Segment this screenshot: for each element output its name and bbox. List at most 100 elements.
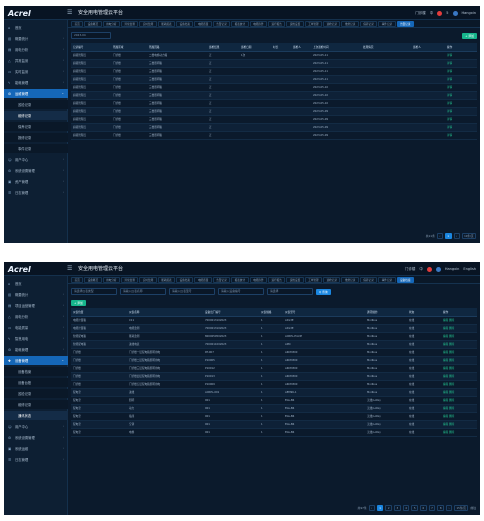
table-row[interactable]: 配电室 进线 ACREL-001 1 AEM96-1 Modbus 在线 编辑 删除 (71, 388, 477, 397)
sidebar-item-settings[interactable]: ⚙ 系统设置管理 › (4, 433, 68, 442)
table-row[interactable]: 超级管理员 门诊楼 三楼照明箱正 2023-05-09 详情 (71, 107, 477, 116)
language-zh-button[interactable]: 中 (419, 267, 423, 272)
sidebar-subitem-inspection[interactable]: 巡检记录 (4, 100, 68, 109)
table-row[interactable]: 智能配电箱 进线电表 7000011002023 1 AMC Modbus 在线 编辑 删除 (71, 340, 477, 349)
sidebar-item-sysops[interactable]: ▣ 系统运维 › (4, 444, 68, 453)
pagination-page[interactable]: 3 (394, 504, 401, 511)
table-row[interactable]: 超级管理员 门诊楼 三楼照明箱正 2023-05-09 详情 (71, 115, 477, 124)
tab-item[interactable]: 运行报告 (267, 20, 286, 27)
table-row[interactable]: 配电室 动力 001 1 EGL-B6 无线(LoRa) 在线 编辑 删除 (71, 404, 477, 413)
table-row[interactable]: 门诊楼 门诊楼二层配电箱照明用电 P10005 1 ARCM300 Modbus 在线 编辑 … (71, 356, 477, 365)
row-action-link[interactable]: 编辑 删除 (443, 383, 454, 386)
table-row[interactable]: 超级管理员 门诊楼 二楼电梯动力箱正 1次 2023-05-11 详情 (71, 51, 477, 60)
sidebar-item-energy[interactable]: ⚙ 能耗管理 › (4, 345, 68, 354)
add-button[interactable]: + 添加 (71, 299, 86, 306)
pagination-page[interactable]: 6 (420, 504, 427, 511)
brand-logo[interactable]: Acrel (8, 265, 54, 274)
sidebar-item-quality[interactable]: ▭ 电能质量 › (4, 323, 68, 332)
table-row[interactable]: 门诊楼 门诊楼一层配电箱照明用电 RT-007 1 ARCM300 Modbus 在线 编辑 … (71, 348, 477, 357)
notification-bell-icon[interactable] (426, 266, 432, 272)
language-zh-button[interactable]: 中 (430, 11, 434, 16)
tab-item[interactable]: 电能质量 (194, 20, 212, 27)
row-action-link[interactable]: 编辑 删除 (443, 423, 454, 426)
pagination-prev[interactable]: ‹ (368, 504, 375, 511)
table-row[interactable]: 配电室 插座 001 1 EGL-B6 无线(LoRa) 在线 编辑 删除 (71, 412, 477, 421)
pagination-page[interactable]: 1 (376, 504, 384, 511)
row-action-link[interactable]: 编辑 删除 (443, 407, 454, 410)
row-action-link[interactable]: 详情 (447, 86, 452, 89)
pagination-prev[interactable]: ‹ (436, 232, 443, 239)
pagination-page[interactable]: 4 (402, 504, 410, 511)
tab-item[interactable]: 工单管理 (304, 276, 323, 283)
sidebar-subitem-archive[interactable]: 设备档案 (4, 367, 68, 376)
sidebar-subitem-maintenance[interactable]: 保养记录 (4, 122, 68, 131)
table-row[interactable]: 超级管理员 门诊楼 三楼照明箱正 2023-05-11 详情 (71, 59, 477, 68)
table-row[interactable]: 配电室 空调 001 1 EGL-B6 无线(LoRa) 在线 编辑 删除 (71, 420, 477, 429)
table-row[interactable]: 配电室 电梯 001 1 EGL-B6 无线(LoRa) 在线 编辑 删除 (71, 428, 477, 437)
tab-item[interactable]: 保养记录 (359, 276, 378, 283)
tab-item[interactable]: 设备档案 (176, 20, 194, 27)
pagination-page[interactable]: 8 (437, 504, 444, 511)
row-action-link[interactable]: 详情 (447, 70, 452, 73)
sidebar-item-home[interactable]: ⌂ 首页 (4, 279, 68, 288)
sidebar-subitem-comm-status[interactable]: 通讯状态 (4, 411, 68, 420)
tab-item[interactable]: 运维设置 (286, 276, 304, 283)
meter-type-select[interactable]: 请选择仪表类型 (71, 288, 117, 295)
row-action-link[interactable]: 详情 (447, 110, 452, 113)
table-row[interactable]: 门诊楼 门诊楼三层配电箱照明用电 P10012 1 ARCM300 Modbus 在线 编辑 … (71, 364, 477, 373)
tab-item[interactable]: 事件记录 (378, 20, 396, 27)
tab-item[interactable]: 用电分析 (102, 276, 120, 283)
table-row[interactable]: 超级管理员 门诊楼 三楼照明箱正 2023-05-11 详情 (71, 75, 477, 84)
sidebar-subitem-report[interactable]: 报修记录 (4, 133, 68, 142)
tab-item[interactable]: 告警记录 (212, 20, 231, 27)
table-row[interactable]: 电能计量箱 电能监测 7000013102023 1 ADL3E Modbus 在线 编辑 删… (71, 324, 477, 333)
tab-item[interactable]: 工单管理 (304, 20, 323, 27)
sidebar-item-overview[interactable]: ▥ 概要统计 › (4, 290, 68, 299)
tab-item[interactable]: 运行报告 (267, 276, 286, 283)
row-action-link[interactable]: 详情 (447, 118, 452, 121)
page-size-select[interactable]: 10条/页 (461, 232, 476, 239)
row-action-link[interactable]: 编辑 删除 (443, 327, 454, 330)
row-action-link[interactable]: 编辑 删除 (443, 359, 454, 362)
row-action-link[interactable]: 编辑 删除 (443, 319, 454, 322)
table-row[interactable]: 超级管理员 门诊楼 三楼照明箱正 2023-05-11 详情 (71, 67, 477, 76)
pagination-page[interactable]: 7 (428, 504, 436, 511)
username[interactable]: Hangxin (445, 267, 459, 271)
tab-item[interactable]: 电能趋势 (249, 20, 267, 27)
pagination-next[interactable]: › (453, 232, 460, 239)
sidebar-item-usage[interactable]: ▤ 用电分析 › (4, 45, 68, 54)
sidebar-item-smart[interactable]: ϟ 智慧用电 › (4, 334, 68, 343)
table-row[interactable]: 超级管理员 门诊楼 三楼照明箱正 2023-05-09 详情 (71, 123, 477, 132)
sidebar-item-user-center[interactable]: ☺ 用户中心 › (4, 422, 68, 431)
table-row[interactable]: 配电室 照明 001 1 EGL-B6 无线(LoRa) 在线 编辑 删除 (71, 396, 477, 405)
tab-item[interactable]: 事件记录 (378, 276, 396, 283)
tab-item[interactable]: 巡检记录 (323, 276, 341, 283)
row-action-link[interactable]: 编辑 删除 (443, 391, 454, 394)
row-action-link[interactable]: 编辑 删除 (443, 415, 454, 418)
row-action-link[interactable]: 编辑 删除 (443, 431, 454, 434)
sidebar-item-realtime[interactable]: ▭ 实时监测 › (4, 67, 68, 76)
row-action-link[interactable]: 详情 (447, 134, 452, 137)
tab-item[interactable]: 用电分析 (102, 20, 120, 27)
tab-item[interactable]: 维修记录 (341, 20, 359, 27)
tab-item[interactable]: 保养记录 (359, 20, 378, 27)
meter-name-input[interactable]: 请输入仪表名称 (120, 288, 166, 295)
sidebar-item-ops[interactable]: ⚙ 运维管理 ⌄ (4, 89, 68, 98)
sidebar-item-settings[interactable]: ⚙ 系统设置管理 › (4, 166, 68, 175)
search-button[interactable]: Q 查询 (316, 288, 331, 295)
tab-item[interactable]: 设备概况 (84, 276, 102, 283)
menu-toggle-icon[interactable]: ☰ (67, 266, 73, 272)
tab-item[interactable]: 设备档案 (176, 276, 194, 283)
row-action-link[interactable]: 编辑 删除 (443, 399, 454, 402)
location-selector[interactable]: 门诊楼 (415, 11, 426, 16)
brand-logo[interactable]: Acrel (8, 9, 54, 18)
username[interactable]: Hangxin (462, 11, 476, 15)
tab-item[interactable]: 实时监测 (139, 276, 157, 283)
tab-item[interactable]: 设备概况 (84, 20, 102, 27)
tab-item[interactable]: 报表统计 (231, 20, 249, 27)
table-row[interactable]: 门诊楼 门诊楼五层配电箱照明用电 P10009 1 ARCM300 Modbus 在线 编辑 … (71, 380, 477, 389)
language-en-button[interactable]: English (463, 267, 476, 271)
page-size-select[interactable]: 15条/页 (454, 504, 469, 511)
sidebar-item-abnormal[interactable]: △ 异常监测 › (4, 56, 68, 65)
sidebar-subitem-repair[interactable]: 维修记录 (4, 111, 68, 120)
